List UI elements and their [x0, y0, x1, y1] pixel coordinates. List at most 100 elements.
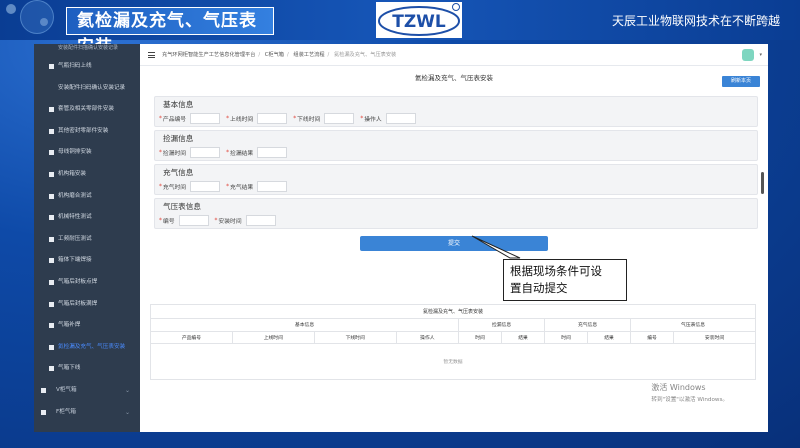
- column-header[interactable]: 时间: [458, 330, 503, 344]
- gauge-number-input[interactable]: [178, 215, 209, 226]
- field-label: 捡漏结果: [230, 151, 254, 157]
- records-table: 氦检漏及充气、气压表安装 基本信息 捡漏信息 充气信息 气压表信息 产品编号 上…: [149, 304, 756, 432]
- sidebar-item-label: 机构磨合测试: [58, 192, 92, 199]
- operator-input[interactable]: [385, 113, 416, 124]
- sidebar-item-label: 母线铜排安装: [58, 149, 92, 156]
- main-content: 充气环网柜智能生产工艺信息化管理平台 / C柜气箱 / 组装工艺流程 / 氦检漏及充气…: [140, 44, 768, 432]
- chevron-down-icon: ⌄: [124, 386, 130, 394]
- field-label: 上线时间: [230, 117, 254, 123]
- column-header[interactable]: 下线时间: [313, 330, 397, 344]
- breadcrumb-item[interactable]: C柜气箱: [265, 52, 284, 58]
- column-header[interactable]: 安装时间: [673, 330, 756, 344]
- sidebar-item[interactable]: 箱体下端焊接: [34, 250, 140, 272]
- column-header[interactable]: 时间: [544, 330, 589, 344]
- menu-item-icon: [49, 64, 54, 69]
- sidebar-item[interactable]: 气箱后封板点焊: [34, 272, 140, 294]
- column-header[interactable]: 操作人: [395, 330, 460, 344]
- table-group-header: 基本信息: [149, 318, 460, 332]
- sidebar-item[interactable]: 气箱后封板满焊: [34, 294, 140, 316]
- caret-down-icon[interactable]: ▾: [759, 44, 762, 66]
- leak-time-input[interactable]: [190, 147, 221, 158]
- menu-item-icon: [49, 323, 54, 329]
- avatar[interactable]: [742, 49, 754, 61]
- chevron-down-icon: ⌄: [124, 408, 130, 416]
- sidebar-item[interactable]: 母线铜排安装: [34, 142, 140, 164]
- refresh-button[interactable]: 刷新本页: [722, 76, 760, 87]
- slide-tagline: 天辰工业物联网技术在不断跨越: [611, 14, 780, 28]
- column-header[interactable]: 上线时间: [231, 330, 315, 344]
- menu-item-icon: [49, 193, 54, 199]
- field-label: 产品编号: [162, 117, 187, 123]
- empty-state: 暂无数据: [150, 343, 756, 380]
- sidebar-item[interactable]: 工频耐压测试: [34, 229, 140, 251]
- breadcrumb-current: 氦检漏及充气、气压表安装: [333, 52, 397, 58]
- section-gauge-info: 气压表信息 * 编号 * 安装时间: [154, 198, 758, 229]
- annotation-callout: 根据现场条件可设 置自动提交: [503, 259, 627, 301]
- sidebar-item-label: 气箱后封板满焊: [58, 300, 98, 307]
- breadcrumb: 充气环网柜智能生产工艺信息化管理平台 / C柜气箱 / 组装工艺流程 / 氦检漏及充气…: [140, 44, 768, 66]
- menu-item-icon: [49, 236, 54, 242]
- decor-orb: [40, 18, 48, 26]
- sidebar: 安装配件扫描确认安装记录 气瓶扫码上线安装配件扫码确认安装记录 套管及相关零部件安…: [34, 44, 140, 432]
- menu-item-icon: [49, 150, 54, 156]
- sidebar-top-cutoff: 安装配件扫描确认安装记录: [58, 45, 119, 51]
- sidebar-item-label: 套管及相关零部件安装: [58, 106, 114, 113]
- breadcrumb-item[interactable]: 充气环网柜智能生产工艺信息化管理平台: [162, 52, 255, 58]
- sidebar-item[interactable]: 套管及相关零部件安装: [34, 99, 140, 121]
- sidebar-item[interactable]: 气箱下线: [34, 358, 140, 380]
- group-icon: [41, 409, 46, 415]
- slide-title: 氦检漏及充气、气压表安装: [66, 7, 274, 57]
- callout-line: 根据现场条件可设: [510, 264, 602, 278]
- column-header[interactable]: 产品编号: [150, 330, 233, 344]
- product-number-input[interactable]: [190, 113, 221, 124]
- sidebar-item-label: 氦检漏及充气、气压表安装: [58, 343, 126, 350]
- fill-result-input[interactable]: [257, 181, 288, 192]
- section-title: 气压表信息: [163, 202, 201, 211]
- logo-text: TZWL: [392, 12, 446, 32]
- sidebar-item[interactable]: 机构磨合测试: [34, 186, 140, 208]
- field-label: 充气时间: [162, 185, 187, 191]
- online-time-input[interactable]: [257, 113, 288, 124]
- fill-time-input[interactable]: [190, 181, 221, 192]
- section-leak-info: 捡漏信息 * 捡漏时间 * 捡漏结果: [154, 130, 758, 161]
- sidebar-group-f[interactable]: F柜气箱 ⌄: [34, 402, 140, 424]
- sidebar-item-label: 气箱下线: [58, 365, 81, 372]
- table-group-header: 气压表信息: [630, 318, 756, 332]
- section-title: 基本信息: [163, 100, 194, 109]
- column-header[interactable]: 编号: [630, 330, 675, 344]
- table-group-header: 捡漏信息: [458, 318, 546, 332]
- sidebar-item-label: 机械特性测试: [58, 214, 92, 221]
- breadcrumb-item[interactable]: 组装工艺流程: [293, 52, 324, 58]
- sidebar-item[interactable]: 气箱补焊: [34, 315, 140, 337]
- section-title: 充气信息: [163, 168, 194, 177]
- menu-item-icon: [49, 258, 54, 264]
- sidebar-item-label: 机构箱安装: [58, 170, 86, 177]
- scrollbar[interactable]: [761, 172, 764, 194]
- sidebar-group-v[interactable]: V柜气箱 ⌄: [34, 380, 140, 402]
- sidebar-item[interactable]: 其他密封零部件安装: [34, 121, 140, 143]
- sidebar-item-label: 安装配件扫码确认安装记录: [58, 84, 126, 91]
- sidebar-item[interactable]: 氦检漏及充气、气压表安装: [34, 337, 140, 359]
- sidebar-item-label: 气瓶扫码上线: [58, 63, 92, 69]
- decor-orb: [20, 0, 54, 34]
- company-logo: TZWL: [376, 2, 462, 38]
- section-basic-info: 基本信息 * 产品编号 * 上线时间 * 下线时间 * 操作人: [154, 96, 758, 127]
- field-label: 安装时间: [218, 219, 242, 225]
- sidebar-item-label: 工频耐压测试: [58, 235, 92, 242]
- sidebar-item[interactable]: 机械特性测试: [34, 207, 140, 229]
- field-label: 操作人: [364, 117, 382, 123]
- column-header[interactable]: 结果: [587, 330, 632, 344]
- sidebar-item[interactable]: 安装配件扫码确认安装记录: [34, 78, 140, 100]
- leak-result-input[interactable]: [257, 147, 288, 158]
- install-time-input[interactable]: [245, 215, 276, 226]
- field-label: 编号: [162, 219, 175, 225]
- sidebar-item[interactable]: 机构箱安装: [34, 164, 140, 186]
- offline-time-input[interactable]: [324, 113, 355, 124]
- column-header[interactable]: 结果: [501, 330, 546, 344]
- menu-item-icon: [49, 344, 54, 350]
- menu-item-icon: [49, 279, 54, 285]
- sidebar-item[interactable]: 气瓶扫码上线: [34, 56, 140, 78]
- group-icon: [41, 387, 46, 393]
- menu-toggle-icon[interactable]: [148, 52, 155, 58]
- section-fill-info: 充气信息 * 充气时间 * 充气结果: [154, 164, 758, 195]
